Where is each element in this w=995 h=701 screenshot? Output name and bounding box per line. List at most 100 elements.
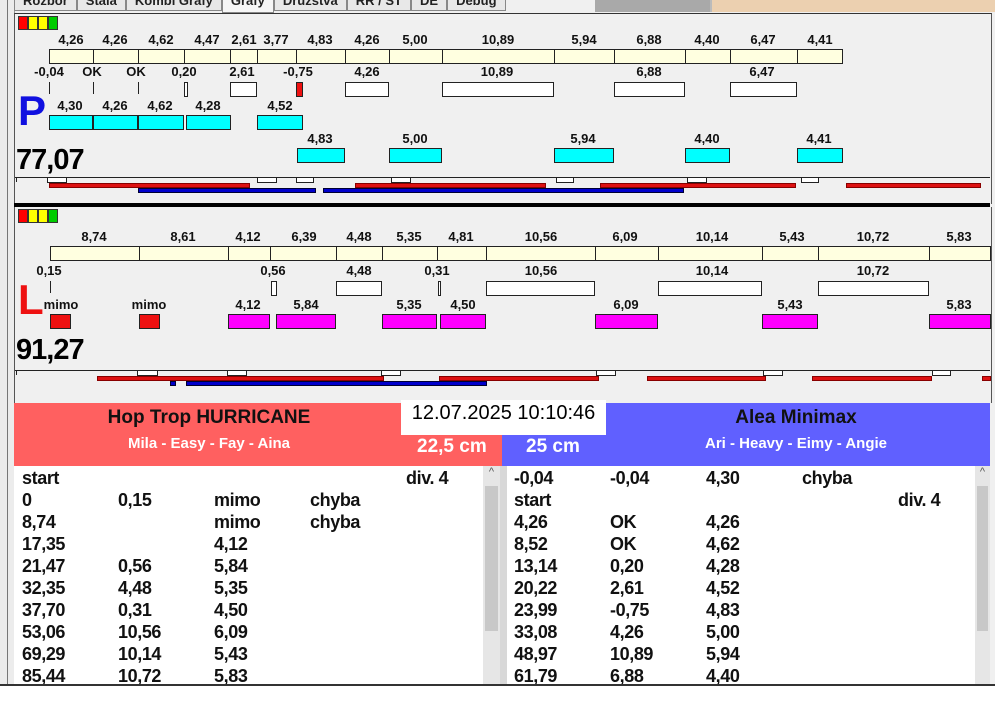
list-cell: 5,94 [706, 644, 740, 664]
tab-4[interactable]: Družstva [273, 0, 347, 11]
timeline-marker [932, 370, 951, 376]
team-right-players: Ari - Heavy - Eimy - Angie [705, 435, 887, 452]
list-cell: 0 [22, 490, 32, 510]
list-item[interactable]: 85,44 10,72 5,83 [14, 666, 483, 686]
throw-label: 4,41 [806, 131, 832, 146]
deviation-label: 0,56 [260, 263, 286, 278]
segment-label: 8,74 [81, 229, 107, 244]
list-item[interactable]: 33,08 4,26 5,00 [507, 622, 975, 644]
throw-box [276, 314, 336, 329]
list-item[interactable]: 23,99 -0,75 4,83 [507, 600, 975, 622]
tab-1[interactable]: Stála [76, 0, 126, 11]
list-item[interactable]: -0,04 -0,04 4,30 chyba [507, 468, 975, 490]
segment-label: 10,72 [856, 229, 890, 244]
scroll-thumb[interactable] [485, 486, 498, 631]
deviation-box [438, 281, 441, 296]
list-item[interactable]: 0 0,15 mimo chyba [14, 490, 483, 512]
segment-divider [554, 49, 555, 64]
segment-divider [797, 49, 798, 64]
list-cell: 4,50 [214, 600, 248, 620]
status-square [48, 209, 58, 223]
list-cell: 4,52 [706, 578, 740, 598]
segment-label: 5,83 [946, 229, 972, 244]
list-item[interactable]: 20,22 2,61 4,52 [507, 578, 975, 600]
list-item[interactable]: 37,70 0,31 4,50 [14, 600, 483, 622]
list-item[interactable]: 69,29 10,14 5,43 [14, 644, 483, 666]
segment-divider [730, 49, 731, 64]
list-item[interactable]: start div. 4 [507, 490, 975, 512]
list-item[interactable]: 21,47 0,56 5,84 [14, 556, 483, 578]
list-cell: mimo [214, 512, 261, 532]
segment-divider [93, 49, 94, 64]
team-right-scrollbar[interactable]: ^ [975, 466, 990, 686]
scroll-thumb[interactable] [977, 486, 988, 631]
list-cell: mimo [214, 490, 261, 510]
throw-label: 5,83 [946, 297, 972, 312]
throw-label: mimo [131, 297, 167, 312]
segment-label: 10,56 [524, 229, 558, 244]
deviation-label: 6,88 [636, 64, 662, 79]
timeline-blue-span [186, 381, 487, 386]
list-item[interactable]: 53,06 10,56 6,09 [14, 622, 483, 644]
throw-box [440, 314, 486, 329]
tab-2[interactable]: Kombi Grafy [125, 0, 222, 11]
timeline-marker [296, 177, 314, 183]
list-item[interactable]: 8,52 OK 4,62 [507, 534, 975, 556]
throw-label: 4,62 [147, 98, 173, 113]
team-left-scrollbar[interactable]: ^ [483, 466, 500, 686]
timeline-red-span [846, 183, 981, 188]
segment-divider [257, 49, 258, 64]
tab-bar-background [595, 0, 710, 12]
throw-box [797, 148, 843, 163]
timeline-axis [15, 177, 990, 178]
team-left-throw-list[interactable]: start div. 4 0 0,15 mimo chyba 8,74 mimo chyba 17… [14, 466, 483, 686]
segment-label: 6,09 [612, 229, 638, 244]
list-item[interactable]: 17,35 4,12 [14, 534, 483, 556]
list-cell: 5,83 [214, 666, 248, 686]
list-item[interactable]: 61,79 6,88 4,40 [507, 666, 975, 686]
list-cell: 4,28 [706, 556, 740, 576]
tab-7[interactable]: Debug [447, 0, 506, 11]
scroll-up-arrow-icon[interactable]: ^ [975, 466, 990, 478]
list-cell: 6,09 [214, 622, 248, 642]
list-cell: 23,99 [514, 600, 558, 620]
segment-label: 2,61 [231, 32, 257, 47]
segment-label: 5,00 [402, 32, 428, 47]
list-cell: 4,62 [706, 534, 740, 554]
segment-label: 4,12 [235, 229, 261, 244]
list-item[interactable]: 8,74 mimo chyba [14, 512, 483, 534]
list-item[interactable]: 4,26 OK 4,26 [507, 512, 975, 534]
segment-divider [437, 246, 438, 261]
deviation-label: 10,14 [695, 263, 729, 278]
deviation-tick [93, 82, 94, 94]
list-cell: 4,30 [706, 468, 740, 488]
segment-divider [442, 49, 443, 64]
segment-label: 5,94 [571, 32, 597, 47]
team-right-throw-list[interactable]: -0,04 -0,04 4,30 chyba start div. 4 4,26 OK 4,26… [507, 466, 975, 686]
deviation-label: -0,75 [283, 64, 313, 79]
tab-3[interactable]: Grafy [221, 0, 274, 13]
list-item[interactable]: 13,14 0,20 4,28 [507, 556, 975, 578]
tab-6[interactable]: DE [411, 0, 448, 11]
segment-label: 6,88 [636, 32, 662, 47]
list-item[interactable]: 32,35 4,48 5,35 [14, 578, 483, 600]
scroll-up-arrow-icon[interactable]: ^ [483, 466, 500, 478]
segment-label: 4,26 [102, 32, 128, 47]
list-cell: 53,06 [22, 622, 66, 642]
throw-box [50, 314, 71, 329]
status-square [28, 209, 38, 223]
timeline-red-span [982, 376, 991, 381]
timeline-marker [257, 177, 277, 183]
segment-divider [658, 246, 659, 261]
list-cell: 5,84 [214, 556, 248, 576]
panel-letter: P [18, 87, 47, 134]
segment-label: 4,48 [346, 229, 372, 244]
tab-0[interactable]: Rozbor [14, 0, 77, 11]
deviation-box [230, 82, 257, 97]
tab-5[interactable]: RR / ST [346, 0, 411, 11]
deviation-label: 4,26 [354, 64, 380, 79]
list-item[interactable]: 48,97 10,89 5,94 [507, 644, 975, 666]
list-cell: OK [610, 534, 637, 554]
list-cell: 8,52 [514, 534, 548, 554]
list-item[interactable]: start div. 4 [14, 468, 483, 490]
